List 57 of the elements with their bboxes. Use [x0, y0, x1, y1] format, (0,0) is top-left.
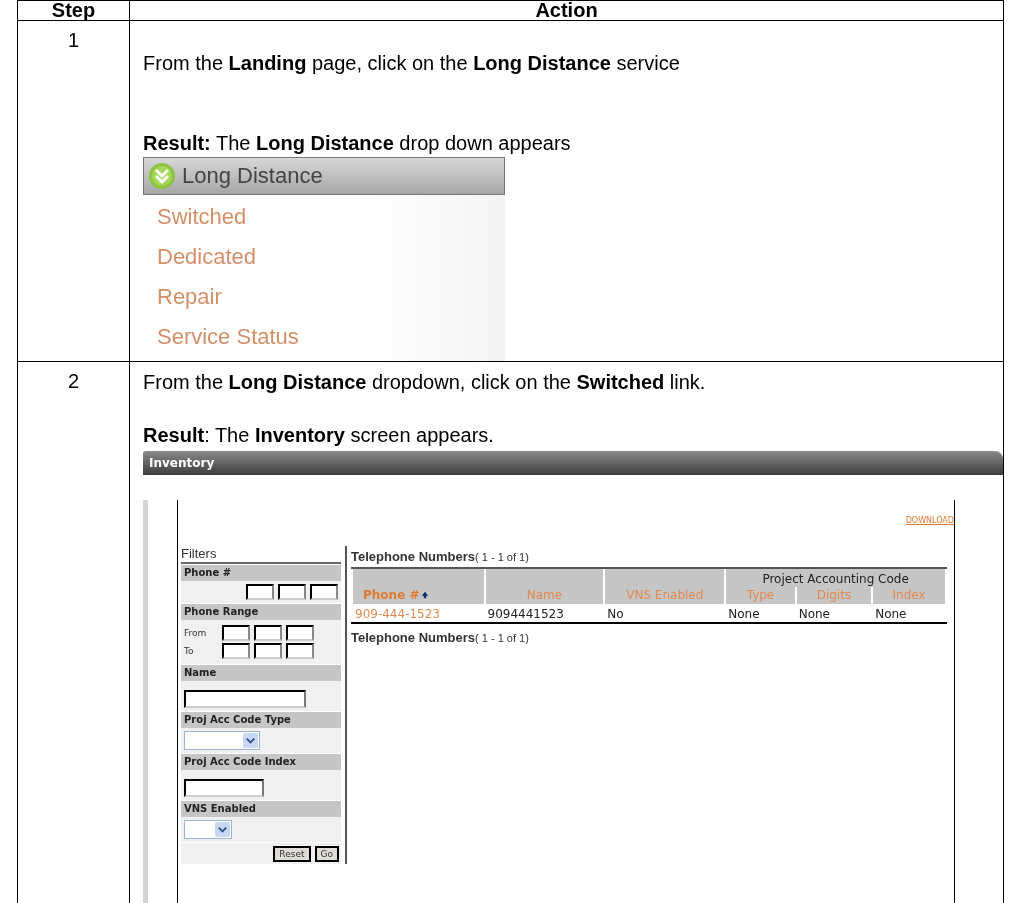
column-header: Action — [129, 0, 1004, 21]
filter-label: VNS Enabled — [181, 801, 341, 817]
to-label: To — [184, 646, 195, 656]
menu-item[interactable]: Switched — [157, 197, 505, 237]
download-link[interactable]: DOWNLOAD — [905, 516, 954, 525]
input-field[interactable] — [246, 584, 274, 600]
input-field[interactable] — [184, 689, 306, 708]
result-text: Result: The Long Distance drop down appears — [143, 131, 572, 155]
column-header[interactable]: Digits — [796, 587, 872, 604]
input-field[interactable] — [222, 625, 250, 641]
menu-item[interactable]: Service Status — [157, 317, 505, 357]
table-caption: Telephone Numbers — [351, 630, 475, 645]
input-field[interactable] — [184, 778, 264, 797]
phone-link[interactable]: 909-444-1523 — [353, 604, 484, 622]
instruction-text: From the Landing page, click on the Long Distance service — [143, 51, 681, 75]
result-range: ( 1 - 1 of 1) — [475, 551, 529, 563]
input-field[interactable] — [286, 625, 314, 641]
table-caption: Telephone Numbers — [351, 549, 475, 564]
table-cell-text: None — [874, 606, 908, 622]
from-label: From — [184, 628, 208, 638]
menu-item[interactable]: Repair — [157, 277, 505, 317]
table-cell-text: None — [727, 606, 761, 622]
column-header[interactable]: Phone # — [353, 569, 484, 604]
menu-item[interactable]: Dedicated — [157, 237, 505, 277]
step-number: 1 — [67, 29, 80, 51]
column-header[interactable]: Index — [873, 587, 945, 604]
table-cell-text: 9094441523 — [486, 606, 565, 622]
filter-label: Phone Range — [181, 604, 341, 620]
column-header[interactable]: Name — [485, 569, 604, 604]
filter-label: Proj Acc Code Type — [181, 712, 341, 728]
dropdown-field[interactable] — [184, 731, 260, 750]
filter-button[interactable]: Go — [314, 846, 339, 862]
column-header[interactable]: VNS Enabled — [605, 569, 725, 604]
sort-arrow-icon — [420, 591, 429, 599]
input-field[interactable] — [254, 643, 282, 659]
table-cell-text: No — [606, 606, 625, 622]
table-cell-text: None — [797, 606, 831, 622]
filter-label: Name — [181, 665, 341, 681]
input-field[interactable] — [286, 643, 314, 659]
input-field[interactable] — [310, 584, 338, 600]
dropdown-field[interactable] — [184, 820, 232, 839]
chevron-icon — [148, 162, 176, 190]
window-title: Inventory — [149, 456, 215, 470]
input-field[interactable] — [222, 643, 250, 659]
menu-header[interactable]: Long Distance — [143, 157, 505, 195]
input-field[interactable] — [254, 625, 282, 641]
column-group-header: Project Accounting Code — [726, 569, 945, 587]
column-header[interactable]: Type — [726, 587, 795, 604]
filter-label: Phone # — [181, 565, 341, 581]
filter-button[interactable]: Reset — [273, 846, 311, 862]
result-text: Result: The Inventory screen appears. — [143, 423, 495, 447]
result-range: ( 1 - 1 of 1) — [475, 632, 529, 644]
instruction-text: From the Long Distance dropdown, click on the Switched link. — [143, 370, 707, 394]
input-field[interactable] — [278, 584, 306, 600]
filter-label: Proj Acc Code Index — [181, 754, 341, 770]
step-number: 2 — [67, 370, 80, 392]
column-header: Step — [17, 0, 130, 21]
